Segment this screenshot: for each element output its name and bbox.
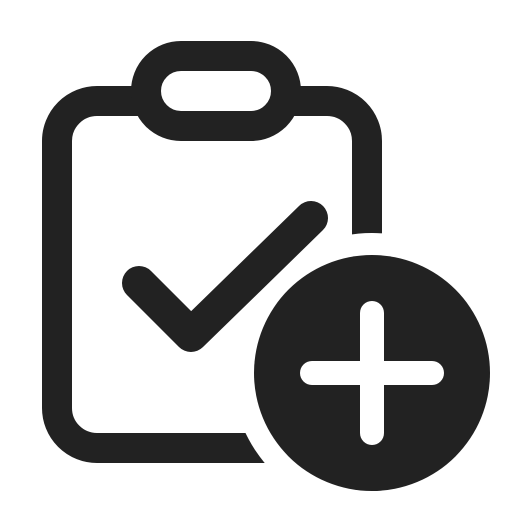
add-badge-icon: [254, 255, 490, 491]
icon-canvas: [0, 0, 512, 512]
clipboard-check-add-icon: [42, 41, 490, 491]
clip-icon: [131, 41, 301, 141]
